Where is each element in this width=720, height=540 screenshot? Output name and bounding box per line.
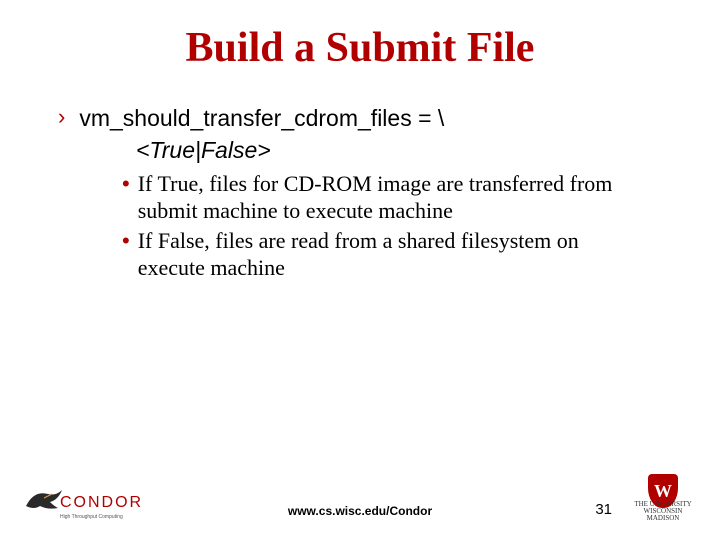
- crest-letter: W: [654, 481, 672, 502]
- slide-title: Build a Submit File: [50, 24, 670, 72]
- bullet-text: If True, files for CD-ROM image are tran…: [138, 170, 648, 225]
- bullet-mark-icon: •: [122, 170, 130, 198]
- bullet-text: If False, files are read from a shared f…: [138, 227, 648, 282]
- page-number: 31: [595, 501, 612, 518]
- crest-line: MADISON: [628, 515, 698, 522]
- bullet-mark-icon: ›: [58, 105, 65, 129]
- footer: CONDOR High Throughput Computing www.cs.…: [0, 472, 720, 526]
- bullet-text: vm_should_transfer_cdrom_files = \: [79, 104, 444, 133]
- wisconsin-crest: W THE UNIVERSITY WISCONSIN MADISON: [628, 472, 698, 522]
- bullet-level2: • If True, files for CD-ROM image are tr…: [122, 170, 670, 225]
- param-value-line: <True|False>: [136, 137, 670, 164]
- bullet-level1: › vm_should_transfer_cdrom_files = \: [58, 104, 670, 133]
- bullet-level2: • If False, files are read from a shared…: [122, 227, 670, 282]
- slide: Build a Submit File › vm_should_transfer…: [0, 0, 720, 540]
- crest-text: THE UNIVERSITY WISCONSIN MADISON: [628, 501, 698, 522]
- bullet-mark-icon: •: [122, 227, 130, 255]
- footer-url: www.cs.wisc.edu/Condor: [0, 504, 720, 518]
